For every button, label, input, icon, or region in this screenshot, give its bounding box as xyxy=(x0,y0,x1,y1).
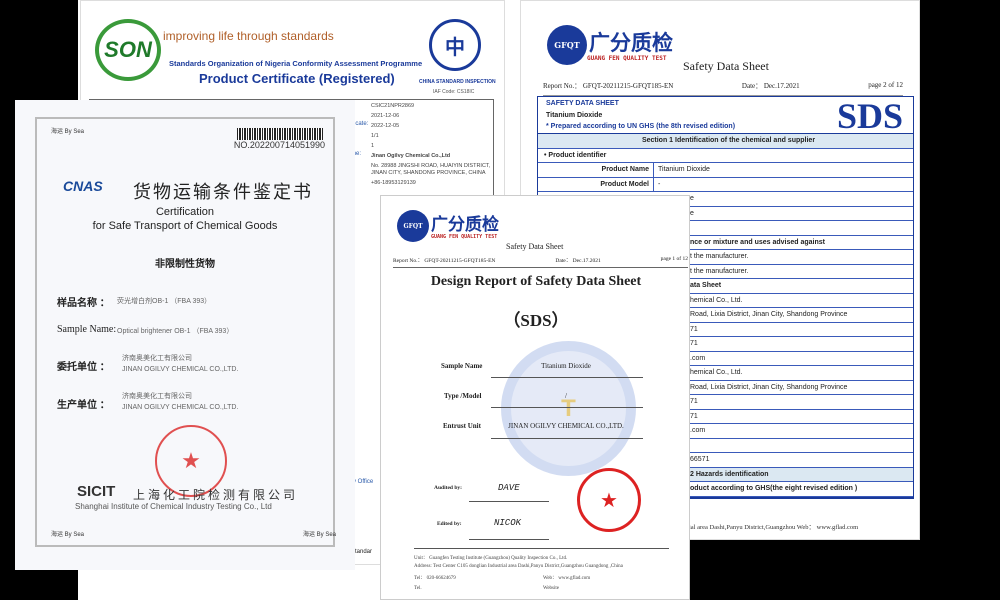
cnas-logo: CNAS xyxy=(63,178,103,194)
divider xyxy=(469,539,549,540)
client-cn: 济南奥美化工有限公司 xyxy=(122,355,192,362)
son-org: Standards Organization of Nigeria Confor… xyxy=(169,59,423,68)
type-label: Type /Model xyxy=(444,392,482,400)
row-key: Product Name xyxy=(544,163,654,177)
report-number: Report No.： GFQT-20211215-GFQT185-EN xyxy=(393,258,496,264)
header-note: * Prepared according to UN GHS (the 8th … xyxy=(546,123,736,130)
son-tagline: improving life through standards xyxy=(163,29,334,43)
gfqt-cn: 广分质检 xyxy=(431,215,499,235)
sample-en: Optical brightener OB-1 （FBA 393） xyxy=(117,328,234,335)
client-label: 委托单位 ： xyxy=(57,362,110,373)
sample-cn: 荧光增白剂OB-1 （FBA 393） xyxy=(117,298,212,305)
footer-unit: Unit： Guangfen Testing Institute (Guangz… xyxy=(414,556,568,561)
csi-label: CHINA STANDARD INSPECTION xyxy=(419,79,496,85)
header-product: Titanium Dioxide xyxy=(546,112,603,119)
title-en: Certification xyxy=(155,206,215,218)
sds-title: （SDS） xyxy=(503,311,569,330)
page-footer: ian Industrial area Dashi,Panyu District… xyxy=(661,524,859,531)
company: Jinan Ogilvy Chemical Co.,Ltd xyxy=(371,153,451,159)
subtitle-en: for Safe Transport of Chemical Goods xyxy=(92,220,278,232)
editor-signature: NICOK xyxy=(494,518,522,528)
producer-cn: 济南奥美化工有限公司 xyxy=(122,393,192,400)
section-1-header: Section 1 Identification of the chemical… xyxy=(538,134,913,149)
audited-label: Audited by: xyxy=(434,485,462,491)
son-logo: SON xyxy=(95,19,161,81)
sample-value: Titanium Dioxide xyxy=(541,362,591,370)
gfqt-logo: GFQT xyxy=(547,25,587,65)
divider xyxy=(491,407,643,408)
sicit-logo: SICIT xyxy=(77,483,116,500)
report-date: Date： Dec.17.2021 xyxy=(555,258,601,264)
footer-tel: Tel： 020-66624679 xyxy=(414,576,456,581)
footer-tel2: Tel. xyxy=(414,586,422,591)
address: No. 28988 JINGSHI ROAD, HUAIYIN DISTRICT… xyxy=(371,163,491,176)
footer-address: Address: Test Center C105 donglian Indus… xyxy=(414,564,623,569)
row-value: - xyxy=(658,180,661,188)
divider xyxy=(414,548,669,549)
sicit-name-cn: 上海化工院检测有限公司 xyxy=(133,488,299,502)
report-title: Design Report of Safety Data Sheet xyxy=(430,274,642,289)
row-product-model: Product Model - xyxy=(538,177,913,192)
divider xyxy=(491,438,643,439)
page-count: 1/1 xyxy=(371,133,379,139)
sicit-name-en: Shanghai Institute of Chemical Industry … xyxy=(75,502,272,511)
collage-corner xyxy=(690,540,1000,600)
expiry-date: 2022-12-05 xyxy=(371,123,400,129)
son-title: Product Certificate (Registered) xyxy=(199,71,395,86)
type-value: / xyxy=(565,392,567,400)
footer-web: Web： www.gflad.com xyxy=(543,576,591,581)
client-en: JINAN OGILVY CHEMICAL CO.,LTD. xyxy=(122,366,239,373)
title-cn: 货物运输条件鉴定书 xyxy=(133,182,313,203)
divider xyxy=(491,377,643,378)
category: 非限制性货物 xyxy=(155,259,215,270)
row-value: Titanium Dioxide xyxy=(658,166,710,173)
sample-cn-label: 样品名称 ： xyxy=(57,298,110,309)
value: 1 xyxy=(371,143,375,149)
page-number: page 1 of 12 xyxy=(660,256,688,262)
entrust-label: Entrust Unit xyxy=(443,422,481,430)
barcode xyxy=(237,128,323,140)
sheet-title: Safety Data Sheet xyxy=(683,59,769,73)
by-sea-label: 海运 By Sea xyxy=(303,532,337,538)
gfqt-en: GUANG FEN QUALITY TEST xyxy=(587,55,667,62)
divider xyxy=(469,501,549,502)
by-sea-label: 海运 By Sea xyxy=(51,532,85,538)
certificate-number: NO.202200714051990 xyxy=(233,140,325,150)
sds-badge: SDS xyxy=(836,96,903,136)
header-title: SAFETY DATA SHEET xyxy=(546,100,619,107)
gfqt-logo: GFQT xyxy=(397,210,429,242)
report-date: Date： Dec.17.2021 xyxy=(741,82,800,90)
sheet-title: Safety Data Sheet xyxy=(506,242,564,251)
footer-website: Website xyxy=(543,586,559,591)
row-product-name: Product Name Titanium Dioxide xyxy=(538,163,913,178)
csi-logo-icon: 中 xyxy=(429,19,481,71)
by-sea-label: 海运 By Sea xyxy=(51,129,85,135)
phone: +86-18953129139 xyxy=(371,180,416,186)
report-number: Report No.： GFQT-20211215-GFQT185-EN xyxy=(543,82,674,90)
sample-label: Sample Name xyxy=(441,362,483,370)
report-meta: Report No.： GFQT-20211215-GFQT185-EN Dat… xyxy=(393,256,688,268)
auditor-signature: DAVE xyxy=(498,483,520,493)
page-number: page 2 of 12 xyxy=(868,81,903,89)
cnas-transport-certificate: 海运 By Sea NO.202200714051990 CNAS 货物运输条件… xyxy=(15,100,355,570)
edited-label: Edited by: xyxy=(437,521,462,527)
entrust-value: JINAN OGILVY CHEMICAL CO.,LTD. xyxy=(508,422,624,430)
row-key: Product Model xyxy=(544,177,654,192)
iaf-code: IAF Code: CS18IC xyxy=(433,89,475,95)
gfqt-cn: 广分质检 xyxy=(589,31,673,55)
product-identifier: • Product identifier xyxy=(538,149,913,163)
red-seal-stamp: ★ xyxy=(577,468,641,532)
sds-page-1: GFQT 广分质检 GUANG FEN QUALITY TEST Safety … xyxy=(380,195,690,600)
cert-no: CSIC21NPR2869 xyxy=(371,103,415,109)
sds-header: SAFETY DATA SHEET Titanium Dioxide * Pre… xyxy=(537,96,914,136)
producer-label: 生产单位 ： xyxy=(57,400,110,411)
producer-en: JINAN OGILVY CHEMICAL CO.,LTD. xyxy=(122,404,239,411)
gfqt-en: GUANG FEN QUALITY TEST xyxy=(431,234,498,240)
issue-date: 2021-12-06 xyxy=(371,113,400,119)
sample-en-label: Sample Name: xyxy=(57,324,117,335)
report-meta: Report No.： GFQT-20211215-GFQT185-EN Dat… xyxy=(543,81,903,96)
son-values: CSIC21NPR2869 2021-12-06 2022-12-05 1/1 … xyxy=(371,101,501,188)
